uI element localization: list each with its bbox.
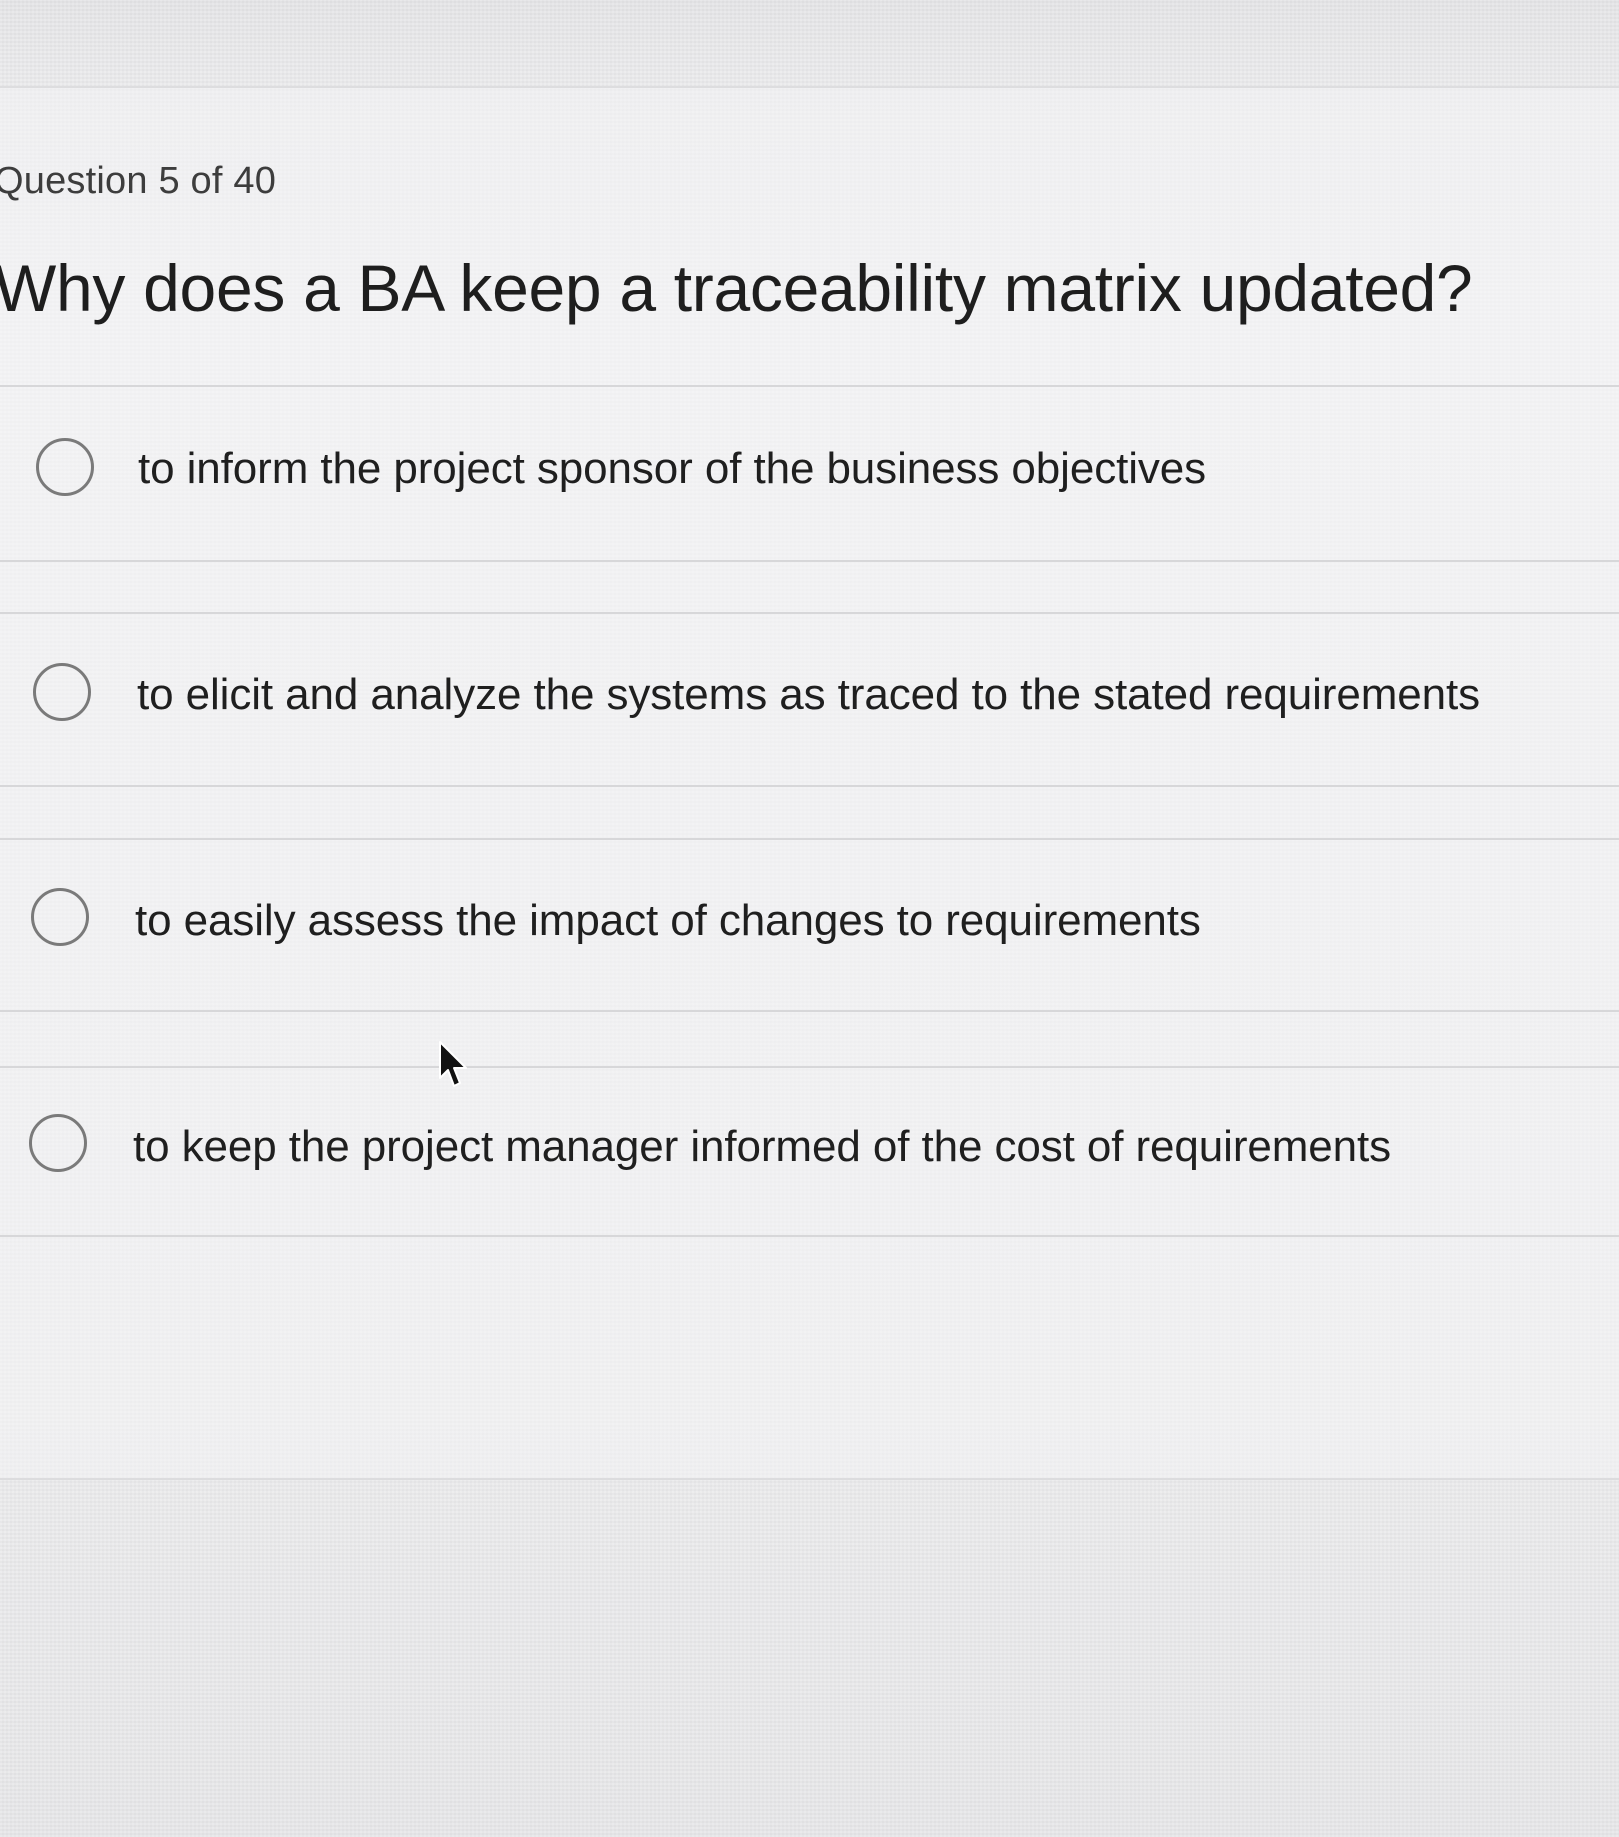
question-text: Why does a BA keep a traceability matrix… [0,251,1473,325]
radio-unselected-icon[interactable] [29,1114,87,1172]
radio-unselected-icon[interactable] [33,663,91,721]
answer-option-3[interactable]: to easily assess the impact of changes t… [0,840,1619,1010]
divider [0,560,1619,562]
divider [0,1010,1619,1012]
answer-option-label: to easily assess the impact of changes t… [135,896,1201,945]
divider [0,1235,1619,1237]
answer-option-1[interactable]: to inform the project sponsor of the bus… [0,395,1619,565]
radio-unselected-icon[interactable] [31,888,89,946]
mouse-pointer-icon [439,1041,467,1087]
divider [0,785,1619,787]
question-counter: Question 5 of 40 [0,160,277,202]
answer-option-label: to keep the project manager informed of … [133,1122,1392,1171]
divider [0,612,1619,614]
answer-option-2[interactable]: to elicit and analyze the systems as tra… [0,617,1619,787]
answer-option-label: to inform the project sponsor of the bus… [138,444,1207,493]
answer-option-label: to elicit and analyze the systems as tra… [137,670,1481,719]
divider [0,385,1619,387]
radio-unselected-icon[interactable] [36,438,94,496]
answer-option-4[interactable]: to keep the project manager informed of … [0,1068,1619,1238]
